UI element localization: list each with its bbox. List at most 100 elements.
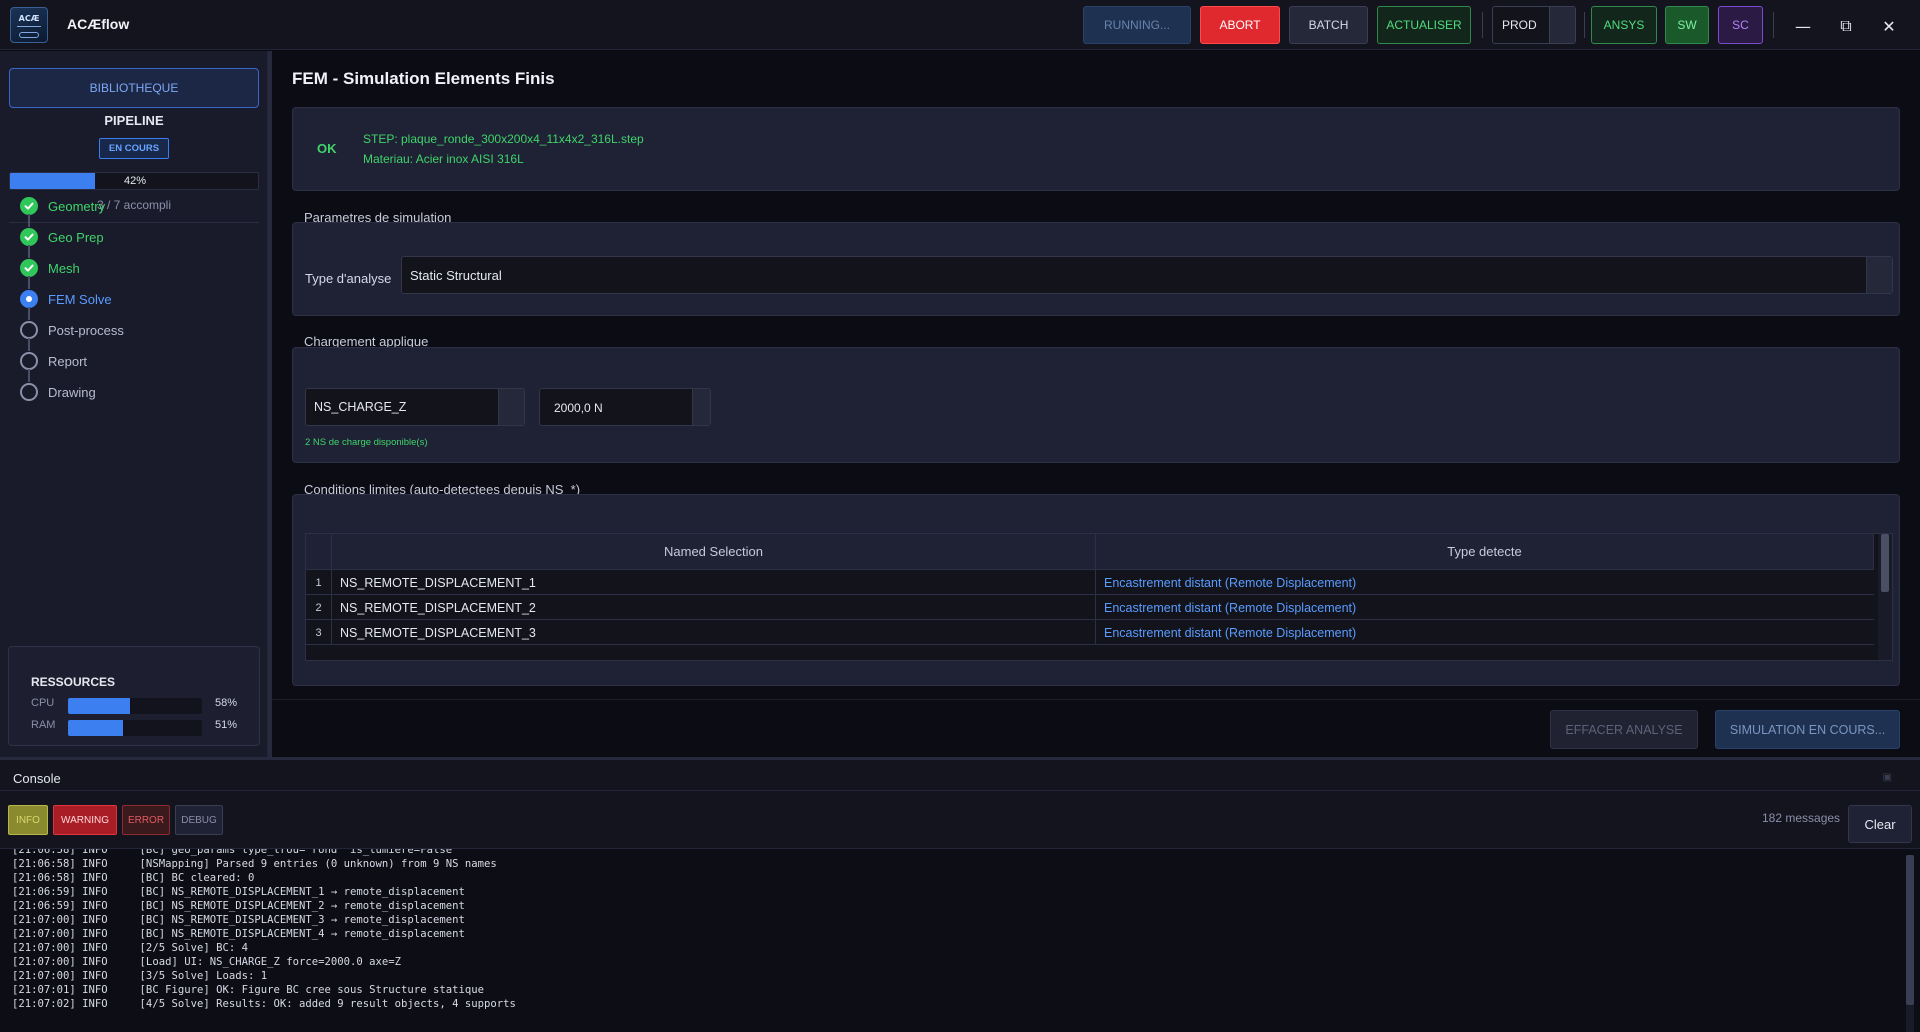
pipeline-status-badge: EN COURS bbox=[99, 138, 169, 159]
check-circle-icon bbox=[20, 228, 38, 246]
pipeline-step-geometry[interactable]: Geometry bbox=[20, 196, 105, 216]
running-button[interactable]: RUNNING... bbox=[1083, 6, 1191, 44]
pipeline-step-drawing[interactable]: Drawing bbox=[20, 382, 96, 402]
pipeline-title: PIPELINE bbox=[104, 113, 164, 128]
console-log[interactable]: [21:06:58] INFO [BC] geo_params type_tro… bbox=[0, 848, 1920, 1032]
library-button[interactable]: BIBLIOTHEQUE bbox=[9, 68, 259, 108]
app-title: ACÆflow bbox=[67, 16, 130, 32]
pipeline-step-mesh[interactable]: Mesh bbox=[20, 258, 80, 278]
cpu-bar-fill bbox=[68, 698, 131, 714]
cpu-bar bbox=[68, 698, 202, 714]
clear-analysis-button[interactable]: EFFACER ANALYSE bbox=[1550, 710, 1698, 749]
log-line: [21:07:00] INFO [3/5 Solve] Loads: 1 bbox=[12, 970, 268, 982]
load-ns-select[interactable]: NS_CHARGE_Z bbox=[305, 388, 525, 426]
log-line: [21:07:00] INFO [Load] UI: NS_CHARGE_Z f… bbox=[12, 956, 402, 968]
check-circle-icon bbox=[20, 197, 38, 215]
ram-bar-fill bbox=[68, 720, 123, 736]
scrollbar-thumb[interactable] bbox=[1906, 855, 1914, 1005]
load-hint: 2 NS de charge disponible(s) bbox=[305, 437, 428, 448]
page-title: FEM - Simulation Elements Finis bbox=[292, 69, 555, 88]
ram-bar bbox=[68, 720, 202, 736]
bc-table: Named Selection Type detecte 1 NS_REMOTE_… bbox=[305, 533, 1893, 661]
pipeline-step-label: Drawing bbox=[48, 384, 96, 400]
refresh-button[interactable]: ACTUALISER bbox=[1377, 6, 1471, 44]
table-cell-type[interactable]: Encastrement distant (Remote Displacemen… bbox=[1096, 570, 1874, 595]
clear-console-button[interactable]: Clear bbox=[1848, 805, 1912, 843]
pipeline-step-label: Mesh bbox=[48, 260, 80, 276]
load-ns-value: NS_CHARGE_Z bbox=[314, 400, 407, 414]
force-input[interactable]: 2000,0 N bbox=[539, 388, 711, 426]
log-scrollbar[interactable] bbox=[1906, 855, 1914, 1032]
table-cell-named-selection[interactable]: NS_REMOTE_DISPLACEMENT_1 bbox=[332, 570, 1096, 595]
pipeline-step-fem-solve[interactable]: FEM Solve bbox=[20, 289, 112, 309]
pipeline-step-label: Geometry bbox=[48, 198, 106, 214]
row-index: 1 bbox=[306, 570, 332, 595]
pipeline-step-report[interactable]: Report bbox=[20, 351, 87, 371]
minimize-icon[interactable]: — bbox=[1791, 14, 1815, 38]
table-cell-named-selection[interactable]: NS_REMOTE_DISPLACEMENT_2 bbox=[332, 595, 1096, 620]
table-cell-type[interactable]: Encastrement distant (Remote Displacemen… bbox=[1096, 595, 1874, 620]
abort-button[interactable]: ABORT bbox=[1200, 6, 1280, 44]
active-dot-icon bbox=[20, 290, 38, 308]
analysis-type-label: Type d'analyse bbox=[305, 271, 392, 286]
profile-select[interactable]: PROD bbox=[1492, 6, 1576, 44]
params-card: Type d'analyse Static Structural bbox=[292, 222, 1900, 316]
empty-circle-icon bbox=[20, 383, 38, 401]
solidworks-button[interactable]: SW bbox=[1665, 6, 1709, 44]
filter-debug-toggle[interactable]: DEBUG bbox=[175, 805, 223, 835]
close-icon[interactable]: ✕ bbox=[1877, 14, 1901, 38]
empty-circle-icon bbox=[20, 321, 38, 339]
column-header-type[interactable]: Type detecte bbox=[1096, 534, 1874, 570]
spaceclaim-button[interactable]: SC bbox=[1718, 6, 1763, 44]
pipeline-step-geo-prep[interactable]: Geo Prep bbox=[20, 227, 104, 247]
profile-select-value: PROD bbox=[1502, 18, 1537, 32]
ram-row: RAM 51% bbox=[31, 719, 251, 736]
pipeline-step-label: Post-process bbox=[48, 322, 124, 338]
check-circle-icon bbox=[20, 259, 38, 277]
console-title: Console bbox=[13, 771, 61, 786]
toolbar-separator bbox=[1773, 12, 1774, 38]
log-lines: [21:06:58] INFO [BC] geo_params type_tro… bbox=[12, 849, 516, 1011]
ansys-button[interactable]: ANSYS bbox=[1591, 6, 1657, 44]
table-scrollbar[interactable] bbox=[1878, 534, 1892, 660]
pipeline-step-label: FEM Solve bbox=[48, 291, 112, 307]
spin-buttons[interactable] bbox=[692, 389, 710, 425]
filter-error-toggle[interactable]: ERROR bbox=[122, 805, 170, 835]
chevron-down-icon[interactable] bbox=[498, 389, 524, 425]
cpu-value: 58% bbox=[215, 697, 238, 709]
pipeline-step-label: Report bbox=[48, 353, 88, 369]
app-logo: ACÆ bbox=[10, 7, 48, 43]
status-card: OK STEP: plaque_ronde_300x200x4_11x4x2_3… bbox=[292, 107, 1900, 191]
table-corner bbox=[306, 534, 332, 570]
chevron-down-icon[interactable] bbox=[1549, 7, 1575, 43]
filter-info-toggle[interactable]: INFO bbox=[8, 805, 48, 835]
restore-icon[interactable]: ⧉ bbox=[1834, 14, 1858, 38]
step-connector bbox=[28, 338, 30, 351]
log-line: [21:07:00] INFO [BC] NS_REMOTE_DISPLACEM… bbox=[12, 914, 465, 926]
log-line: [21:06:59] INFO [BC] NS_REMOTE_DISPLACEM… bbox=[12, 900, 465, 912]
row-index: 3 bbox=[306, 620, 332, 645]
step-file-label: STEP: plaque_ronde_300x200x4_11x4x2_316L… bbox=[363, 132, 644, 146]
filter-warning-toggle[interactable]: WARNING bbox=[53, 805, 117, 835]
analysis-type-select[interactable]: Static Structural bbox=[401, 256, 1893, 294]
pipeline-step-post-process[interactable]: Post-process bbox=[20, 320, 124, 340]
step-connector bbox=[28, 307, 30, 320]
pipeline-progress-fill bbox=[10, 173, 96, 189]
ram-label: RAM bbox=[31, 719, 56, 731]
table-cell-type[interactable]: Encastrement distant (Remote Displacemen… bbox=[1096, 620, 1874, 645]
log-line: [21:07:01] INFO [BC Figure] OK: Figure B… bbox=[12, 984, 484, 996]
bc-card: Named Selection Type detecte 1 NS_REMOTE_… bbox=[292, 494, 1900, 686]
resources-panel: RESSOURCES CPU 58% RAM 51% bbox=[8, 646, 260, 746]
table-cell-named-selection[interactable]: NS_REMOTE_DISPLACEMENT_3 bbox=[332, 620, 1096, 645]
batch-button[interactable]: BATCH bbox=[1289, 6, 1368, 44]
run-simulation-button[interactable]: SIMULATION EN COURS... bbox=[1715, 710, 1900, 749]
log-line: [21:07:00] INFO [BC] NS_REMOTE_DISPLACEM… bbox=[12, 928, 465, 940]
log-line: [21:06:58] INFO [NSMapping] Parsed 9 ent… bbox=[12, 858, 497, 870]
load-card: NS_CHARGE_Z 2000,0 N 2 NS de charge disp… bbox=[292, 347, 1900, 463]
main-panel: FEM - Simulation Elements Finis OK STEP:… bbox=[272, 51, 1920, 757]
chevron-down-icon[interactable] bbox=[1866, 257, 1892, 293]
divider bbox=[272, 699, 1920, 700]
scrollbar-thumb[interactable] bbox=[1881, 534, 1889, 592]
column-header-named-selection[interactable]: Named Selection bbox=[332, 534, 1096, 570]
undock-icon[interactable]: ▣ bbox=[1883, 772, 1892, 783]
